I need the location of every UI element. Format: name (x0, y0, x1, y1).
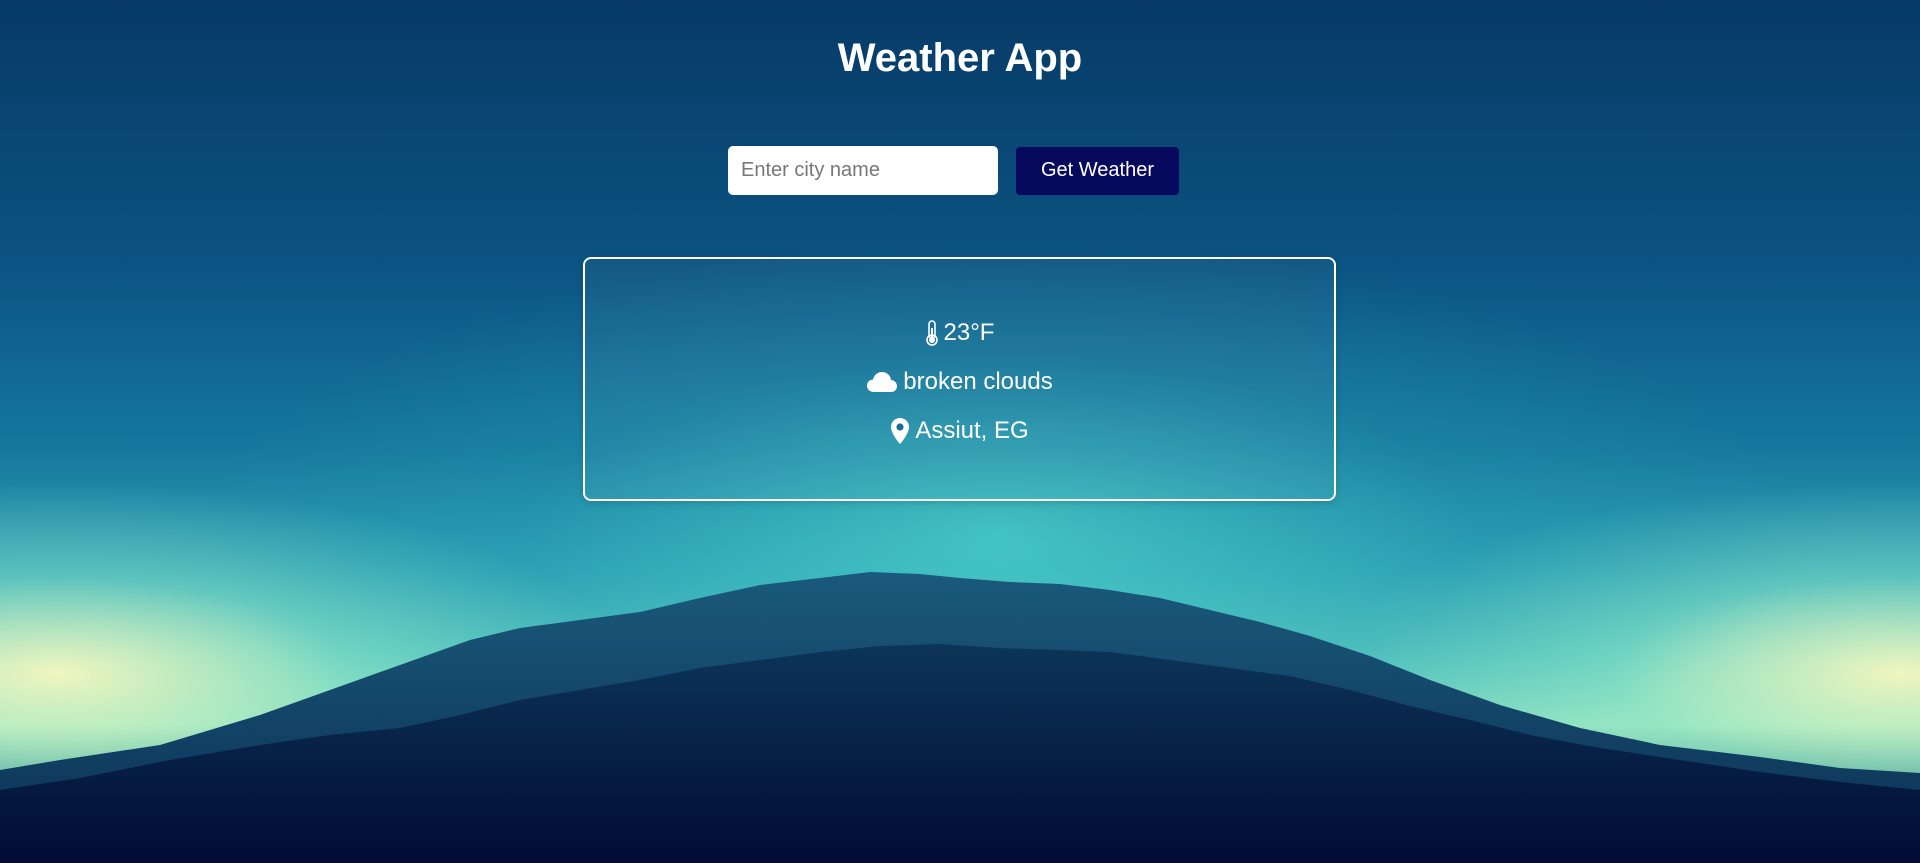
location-text: Assiut, EG (915, 417, 1029, 444)
temperature-row: 23°F (585, 317, 1334, 349)
map-pin-icon (890, 417, 910, 445)
description-row: broken clouds (585, 366, 1334, 398)
get-weather-button[interactable]: Get Weather (1016, 146, 1179, 195)
page-title: Weather App (837, 36, 1083, 80)
thermometer-icon (925, 320, 939, 346)
location-row: Assiut, EG (585, 415, 1334, 447)
cloud-icon (866, 370, 898, 394)
weather-description: broken clouds (903, 368, 1053, 395)
search-bar: Get Weather (728, 146, 1179, 195)
temperature-value: 23°F (943, 319, 995, 346)
city-search-input[interactable] (728, 146, 998, 195)
weather-result-card: 23°F broken clouds Assiut, EG (583, 257, 1336, 501)
